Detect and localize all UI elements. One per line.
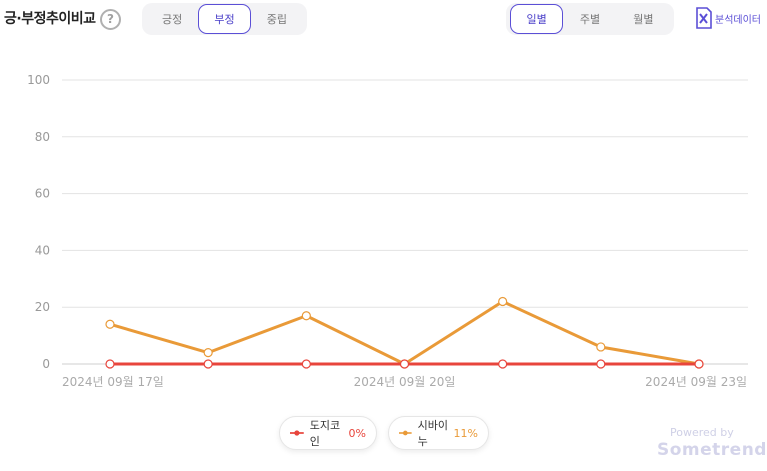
sentiment-tab-group: 긍정 부정 중립 (142, 3, 307, 35)
y-tick-label-20: 20 (35, 300, 50, 314)
tab-positive[interactable]: 긍정 (146, 4, 198, 34)
series-1-point-0 (105, 319, 115, 329)
x-tick-label-0: 2024년 09월 17일 (62, 375, 164, 389)
line-chart: 0 20 40 60 80 100 2024년 09월 17일 2024년 09월 20일 20… (27, 73, 748, 389)
legend-percent-dogecoin: 0% (348, 426, 366, 440)
legend-percent-shibainu: 11% (453, 426, 478, 440)
powered-by-text: Powered by (670, 426, 734, 439)
series-0-point-6 (694, 359, 704, 369)
series-0-point-1 (203, 359, 213, 369)
y-tick-label-80: 80 (35, 130, 50, 144)
tab-weekly[interactable]: 주별 (563, 4, 616, 34)
y-tick-label-60: 60 (35, 187, 50, 201)
y-tick-label-40: 40 (35, 243, 50, 257)
series-1-point-1 (203, 348, 213, 358)
series-1-point-4 (498, 296, 508, 307)
series-1-point-2 (301, 311, 311, 321)
x-tick-label-1: 2024년 09월 20일 (354, 375, 456, 389)
excel-icon (696, 7, 712, 29)
series-1-point-5 (596, 342, 606, 352)
legend-label-shibainu: 시바이누 (417, 419, 448, 448)
export-label: 분석데이터 (715, 14, 761, 26)
brand-logo: Sometrend (657, 440, 767, 460)
help-icon[interactable]: ? (100, 9, 121, 30)
period-tab-group: 일별 주별 월별 (506, 3, 674, 35)
series-0-point-3 (399, 359, 410, 369)
tab-monthly[interactable]: 월별 (617, 4, 670, 34)
chart-title: 긍·부정추이비교 (4, 11, 96, 27)
export-data-button[interactable]: 분석데이터 (695, 7, 761, 29)
y-tick-label-0: 0 (42, 357, 50, 371)
legend-item-shibainu[interactable]: 시바이누 11% (388, 416, 489, 450)
legend-label-dogecoin: 도지코인 (309, 419, 341, 448)
x-tick-label-2: 2024년 09월 23일 (645, 375, 747, 389)
series-0-point-5 (596, 359, 606, 369)
series-line-1 (109, 300, 700, 366)
tab-negative[interactable]: 부정 (198, 4, 251, 34)
series-0-point-0 (105, 359, 115, 369)
legend-marker-dogecoin (290, 430, 304, 436)
series-0-point-2 (301, 359, 311, 369)
tab-neutral[interactable]: 중립 (251, 4, 303, 34)
tab-daily[interactable]: 일별 (510, 4, 564, 34)
legend-item-dogecoin[interactable]: 도지코인 0% (279, 416, 377, 450)
legend-marker-shibainu (399, 430, 412, 436)
y-tick-label-100: 100 (27, 73, 50, 87)
series-0-point-4 (498, 359, 508, 369)
